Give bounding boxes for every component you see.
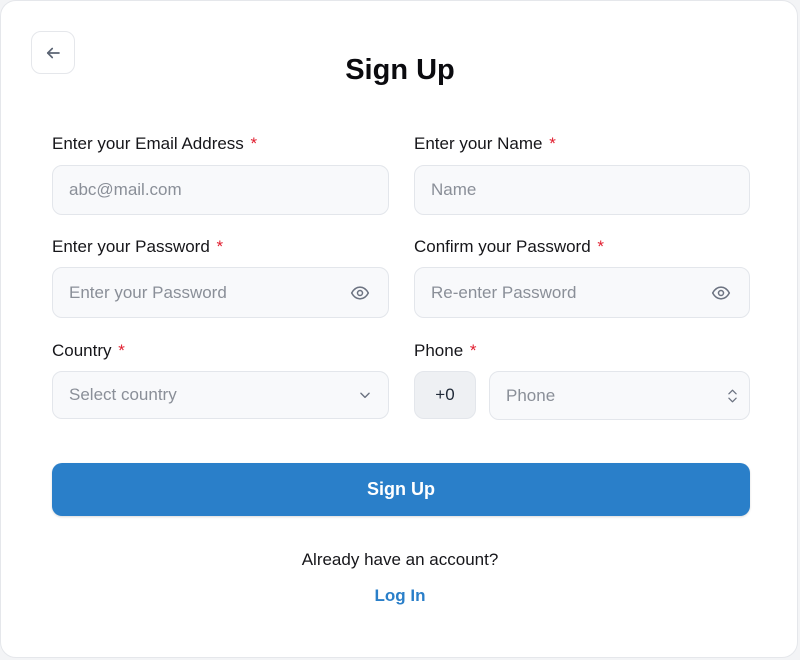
required-mark: * [216,237,224,256]
required-mark: * [250,134,258,153]
name-label: Enter your Name * [414,133,556,155]
phone-country-code[interactable]: +0 [414,371,476,419]
login-prompt: Already have an account? [301,550,499,569]
password-label: Enter your Password * [52,236,223,258]
password-field[interactable] [53,268,349,317]
eye-icon[interactable] [349,282,371,304]
country-select[interactable]: Select country [52,371,389,419]
phone-field[interactable] [490,372,728,419]
confirm-password-label-text: Confirm your Password [414,237,591,256]
confirm-password-field-wrapper [414,267,750,318]
name-field-wrapper [414,165,750,215]
country-selected-value: Select country [69,385,177,404]
required-mark: * [118,341,125,360]
phone-field-wrapper [489,371,750,420]
confirm-password-label: Confirm your Password * [414,236,604,258]
country-label-text: Country [52,341,112,360]
name-label-text: Enter your Name [414,134,543,153]
email-field-wrapper [52,165,389,215]
password-field-wrapper [52,267,389,318]
page-title: Sign Up [345,54,455,86]
country-label: Country * [52,340,125,362]
required-mark: * [469,341,477,360]
signup-card: Sign Up Enter your Email Address * Enter… [0,0,798,658]
email-field[interactable] [53,166,388,214]
email-label-text: Enter your Email Address [52,134,244,153]
eye-icon[interactable] [710,282,732,304]
signup-button[interactable]: Sign Up [52,463,750,516]
required-mark: * [549,134,556,153]
name-field[interactable] [415,166,749,214]
login-link[interactable]: Log In [350,586,450,606]
email-label: Enter your Email Address * [52,133,257,155]
chevron-down-icon [358,388,372,402]
password-label-text: Enter your Password [52,237,210,256]
phone-label: Phone * [414,340,477,362]
stepper-icon[interactable] [728,389,737,403]
phone-label-text: Phone [414,341,464,360]
required-mark: * [597,237,605,256]
confirm-password-field[interactable] [415,268,710,317]
